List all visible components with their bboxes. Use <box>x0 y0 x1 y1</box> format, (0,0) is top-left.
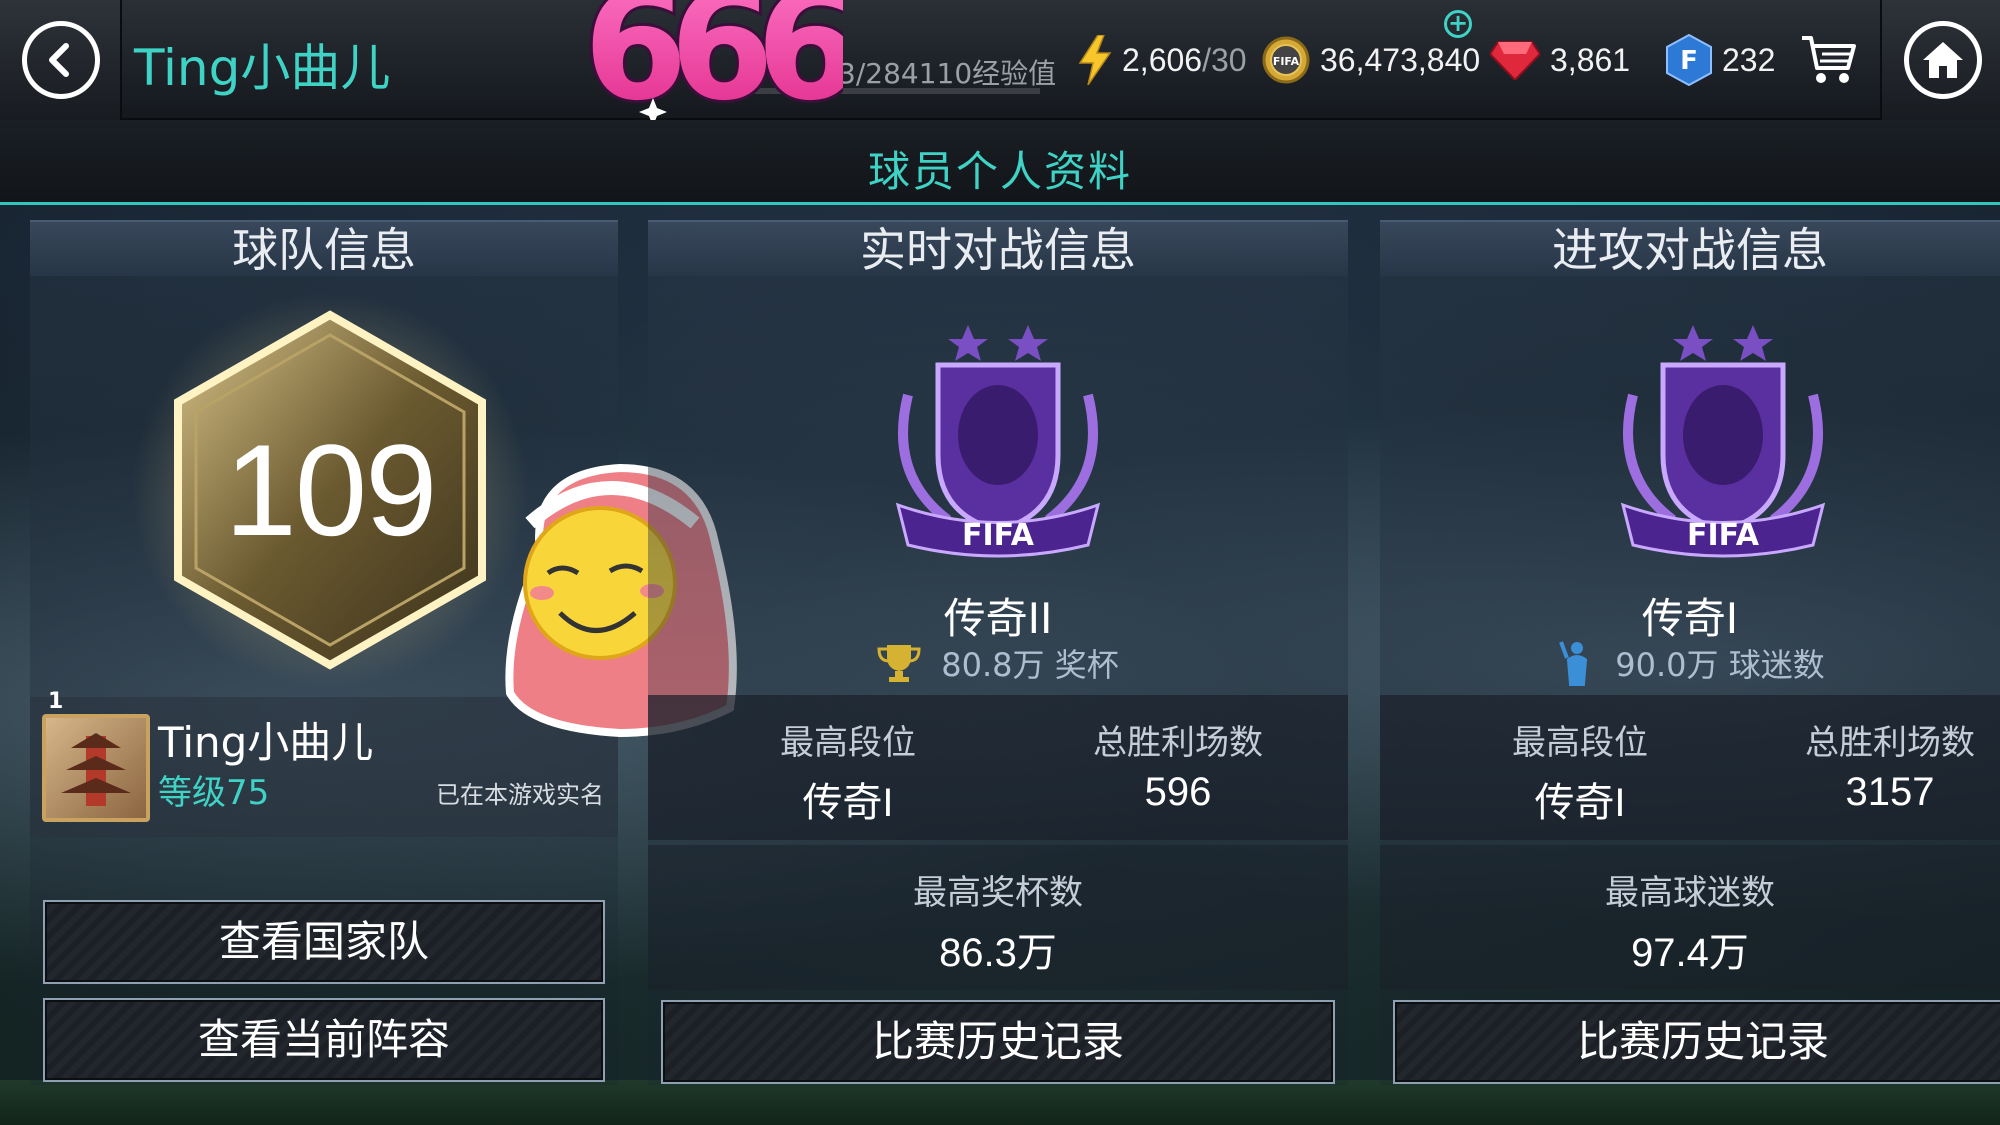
attack-best-fans: 最高球迷数 97.4万 <box>1380 845 2000 990</box>
view-current-lineup-button[interactable]: 查看当前阵容 <box>43 998 605 1082</box>
cart-icon <box>1802 36 1856 83</box>
team-level-number: 109 <box>224 417 438 563</box>
title-band: 球员个人资料 <box>0 120 2000 205</box>
svg-text:FIFA: FIFA <box>1273 55 1300 68</box>
live-match-history-button[interactable]: 比赛历史记录 <box>661 1000 1335 1084</box>
live-stats-row: 最高段位 传奇I 总胜利场数 596 <box>648 695 1348 840</box>
attack-fan-count: 90.0万 球迷数 <box>1380 640 2000 686</box>
xp-text: 3/284110经验值 <box>838 57 1057 90</box>
profile-name: Ting小曲儿 <box>158 718 374 767</box>
coins-resource[interactable]: FIFA 36,473,840 <box>1262 36 1481 84</box>
live-battle-header: 实时对战信息 <box>648 220 1348 277</box>
gem-icon <box>1490 41 1540 80</box>
svg-text:FIFA: FIFA <box>962 518 1035 553</box>
fifa-emblem-icon: FIFA <box>868 305 1128 565</box>
page-title: 球员个人资料 <box>867 147 1132 196</box>
coin-icon: FIFA <box>1262 36 1310 84</box>
level-badge: 666 <box>580 0 874 137</box>
energy-value: 2,606 <box>1122 41 1203 78</box>
player-name: Ting小曲儿 <box>134 39 391 97</box>
view-national-team-button[interactable]: 查看国家队 <box>43 900 605 984</box>
energy-resource: 2,606/30 <box>1078 35 1247 85</box>
fifa-points-value: 232 <box>1722 41 1776 78</box>
fan-icon <box>1559 641 1588 686</box>
team-level-emblem: 109 <box>130 290 530 690</box>
fifa-emblem-icon: FIFA <box>1593 305 1853 565</box>
svg-text:F: F <box>1680 46 1698 76</box>
attack-stats-row: 最高段位 传奇I 总胜利场数 3157 <box>1380 695 2000 840</box>
energy-max: /30 <box>1202 41 1247 78</box>
live-trophy-value: 80.8万 奖杯 <box>941 646 1119 684</box>
attack-best-rank-value: 传奇I <box>1534 781 1626 825</box>
pitch-strip <box>0 1080 2000 1125</box>
attack-total-wins: 总胜利场数 3157 <box>1780 715 2000 815</box>
live-best-rank-value: 传奇I <box>802 781 894 825</box>
attack-rank-name: 传奇I <box>1641 594 1739 643</box>
attack-best-rank-label: 最高段位 <box>1512 723 1648 763</box>
live-wins-value: 596 <box>1144 770 1212 814</box>
back-button[interactable] <box>0 0 122 120</box>
live-best-metric-value: 86.3万 <box>939 931 1057 975</box>
live-wins-label: 总胜利场数 <box>1093 723 1263 763</box>
live-best-metric-label: 最高奖杯数 <box>913 873 1083 913</box>
attack-best-rank: 最高段位 传奇I <box>1450 715 1710 828</box>
avatar-rank: 1 <box>48 689 64 714</box>
attack-battle-panel: 进攻对战信息 FIFA 传奇I 90.0万 球迷数 最高段位 传奇I 总胜利场数… <box>1380 220 2000 1085</box>
live-battle-panel: 实时对战信息 FIFA 传奇II 80.8万 奖杯 最高段位 传奇I 总胜利场数… <box>648 220 1348 1085</box>
live-rank-name: 传奇II <box>943 594 1053 643</box>
profile-level: 等级75 <box>158 773 270 813</box>
attack-fan-value: 90.0万 球迷数 <box>1615 646 1825 684</box>
add-coins-button[interactable]: + <box>1444 10 1472 38</box>
team-info-header: 球队信息 <box>30 220 618 277</box>
live-best-rank-label: 最高段位 <box>780 723 916 763</box>
live-best-trophies: 最高奖杯数 86.3万 <box>648 845 1348 990</box>
level-badge-text: 666 <box>583 0 843 130</box>
coins-value: 36,473,840 <box>1320 41 1481 78</box>
fifa-points-icon: F <box>1666 34 1712 86</box>
top-bar: Ting小曲儿 3/284110经验值 666 2,606/30 + FIFA … <box>0 0 2000 137</box>
trophy-icon <box>877 645 921 682</box>
gems-value: 3,861 <box>1550 41 1631 78</box>
back-arrow-icon <box>22 21 100 99</box>
gems-resource[interactable]: 3,861 <box>1490 38 1630 82</box>
svg-text:FIFA: FIFA <box>1687 518 1760 553</box>
verified-label: 已在本游戏实名 <box>436 781 604 809</box>
attack-best-metric-value: 97.4万 <box>1631 931 1749 975</box>
attack-wins-value: 3157 <box>1845 770 1935 814</box>
lightning-icon <box>1078 35 1112 85</box>
shop-cart-button[interactable] <box>1800 36 1856 83</box>
live-best-rank: 最高段位 传奇I <box>718 715 978 828</box>
avatar[interactable] <box>42 714 150 822</box>
fifa-points-resource[interactable]: F 232 <box>1666 34 1776 86</box>
live-trophy-count: 80.8万 奖杯 <box>648 640 1348 686</box>
home-button[interactable] <box>1880 0 2000 120</box>
pagoda-icon <box>61 733 131 806</box>
attack-match-history-button[interactable]: 比赛历史记录 <box>1393 1000 2000 1084</box>
attack-battle-header: 进攻对战信息 <box>1380 220 2000 277</box>
attack-wins-label: 总胜利场数 <box>1805 723 1975 763</box>
attack-best-metric-label: 最高球迷数 <box>1605 873 1775 913</box>
live-total-wins: 总胜利场数 596 <box>1048 715 1308 815</box>
home-icon <box>1904 21 1982 99</box>
